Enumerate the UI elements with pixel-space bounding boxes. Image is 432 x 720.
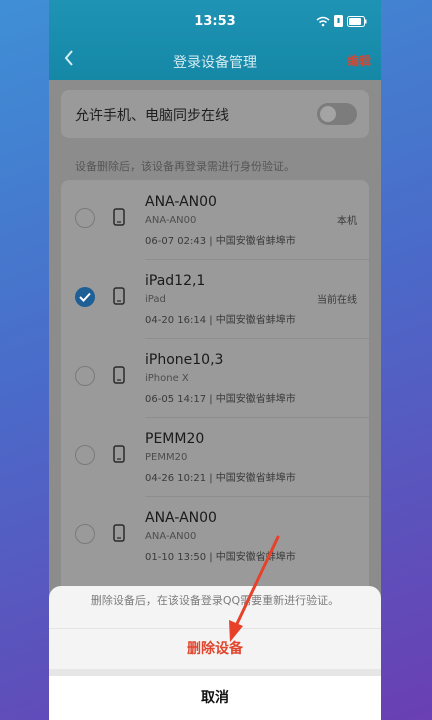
device-login-info: 04-20 16:14 | 中国安徽省蚌埠市 (145, 315, 296, 326)
row-divider (145, 417, 369, 418)
device-select-radio[interactable] (75, 524, 95, 544)
sync-online-setting: 允许手机、电脑同步在线 (61, 90, 369, 138)
action-sheet-message: 删除设备后，在该设备登录QQ需要重新进行验证。 (90, 594, 340, 607)
cancel-button[interactable]: 取消 (49, 676, 381, 720)
sim-icon (334, 15, 343, 31)
device-login-info: 04-26 10:21 | 中国安徽省蚌埠市 (145, 473, 296, 484)
wifi-icon (316, 16, 330, 31)
delete-device-button[interactable]: 删除设备 (49, 629, 381, 669)
row-divider (145, 259, 369, 260)
device-row[interactable]: ANA-AN00 ANA-AN00 01-10 13:50 | 中国安徽省蚌埠市 (61, 496, 369, 575)
device-model: ANA-AN00 (145, 215, 197, 226)
toggle-knob (320, 106, 336, 122)
phone-device-icon (113, 524, 125, 546)
sheet-gap (49, 669, 381, 676)
phone-device-icon (113, 445, 125, 467)
device-select-radio[interactable] (75, 208, 95, 228)
device-row[interactable]: iPhone10,3 iPhone X 06-05 14:17 | 中国安徽省蚌… (61, 338, 369, 417)
phone-device-icon (113, 208, 125, 230)
phone-device-icon (113, 366, 125, 388)
device-name: iPad12,1 (145, 273, 206, 289)
device-badge: 当前在线 (317, 295, 357, 306)
device-name: iPhone10,3 (145, 352, 224, 368)
phone-screen: 13:53 登录设备管理 编辑 允许手机、电脑同步在线 设备删除后，该设备再登录… (49, 0, 381, 720)
device-login-info: 06-07 02:43 | 中国安徽省蚌埠市 (145, 236, 296, 247)
device-login-info: 01-10 13:50 | 中国安徽省蚌埠市 (145, 552, 296, 563)
device-list: ANA-AN00 ANA-AN00 06-07 02:43 | 中国安徽省蚌埠市… (61, 180, 369, 600)
device-model: PEMM20 (145, 452, 188, 463)
row-divider (145, 496, 369, 497)
sync-online-toggle[interactable] (317, 103, 357, 125)
device-name: ANA-AN00 (145, 194, 217, 210)
device-name: PEMM20 (145, 431, 205, 447)
sync-online-label: 允许手机、电脑同步在线 (75, 108, 229, 124)
device-row[interactable]: ANA-AN00 ANA-AN00 06-07 02:43 | 中国安徽省蚌埠市… (61, 180, 369, 259)
nav-bar: 登录设备管理 编辑 (49, 46, 381, 74)
page-title: 登录设备管理 (173, 55, 257, 71)
header-bar: 13:53 登录设备管理 编辑 (49, 0, 381, 80)
phone-device-icon (113, 287, 125, 309)
check-icon (79, 292, 91, 302)
row-divider (145, 338, 369, 339)
status-bar: 13:53 (49, 14, 381, 34)
device-login-info: 06-05 14:17 | 中国安徽省蚌埠市 (145, 394, 296, 405)
device-select-radio[interactable] (75, 287, 95, 307)
edit-button[interactable]: 编辑 (347, 52, 371, 69)
device-name: ANA-AN00 (145, 510, 217, 526)
device-row[interactable]: PEMM20 PEMM20 04-26 10:21 | 中国安徽省蚌埠市 (61, 417, 369, 496)
device-select-radio[interactable] (75, 366, 95, 386)
device-badge: 本机 (337, 216, 357, 227)
status-icons (316, 15, 367, 31)
delete-hint: 设备删除后，该设备再登录需进行身份验证。 (75, 160, 295, 173)
device-select-radio[interactable] (75, 445, 95, 465)
device-model: ANA-AN00 (145, 531, 197, 542)
device-row[interactable]: iPad12,1 iPad 04-20 16:14 | 中国安徽省蚌埠市 当前在… (61, 259, 369, 338)
delete-action-sheet: 删除设备后，在该设备登录QQ需要重新进行验证。 删除设备 取消 (49, 586, 381, 720)
device-model: iPad (145, 294, 166, 305)
battery-icon (347, 15, 367, 31)
device-model: iPhone X (145, 373, 189, 384)
